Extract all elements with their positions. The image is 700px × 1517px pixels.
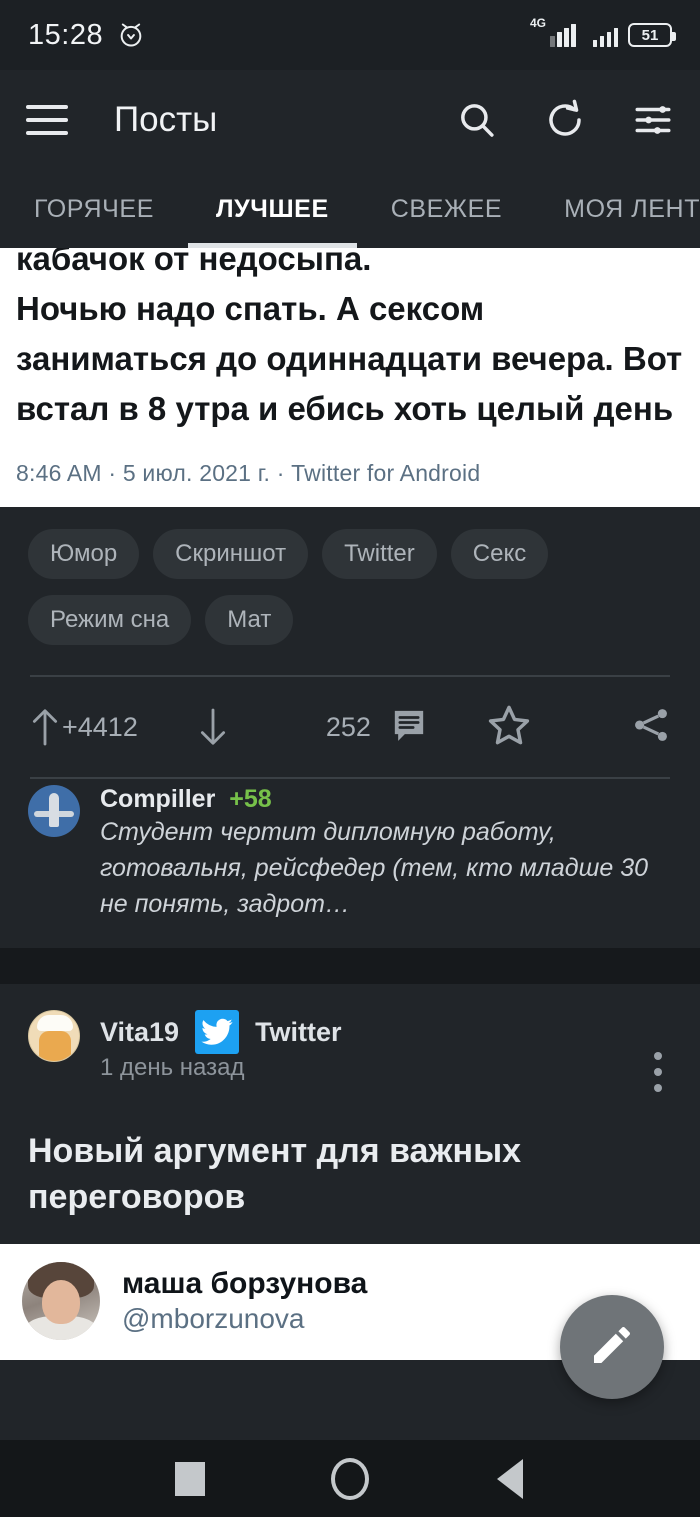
- tab-my-feed[interactable]: МОЯ ЛЕНТ: [564, 170, 700, 248]
- comment-body: Compiller +58 Студент чертит дипломную р…: [100, 785, 672, 922]
- star-icon[interactable]: [486, 702, 532, 753]
- comment-text: Студент чертит дипломную работу, готовал…: [100, 818, 648, 918]
- post-author-row: Vita19 Twitter: [100, 1010, 342, 1054]
- app-bar: Посты: [0, 70, 700, 170]
- tab-bar: ГОРЯЧЕЕ ЛУЧШЕЕ СВЕЖЕЕ МОЯ ЛЕНТ: [0, 170, 700, 248]
- avatar: [22, 1262, 100, 1340]
- square-recents-icon[interactable]: [110, 1440, 270, 1517]
- comment-author[interactable]: Compiller: [100, 785, 215, 814]
- comments-count: 252: [325, 711, 371, 742]
- triangle-back-icon[interactable]: [430, 1440, 590, 1517]
- post-community[interactable]: Twitter: [255, 1017, 342, 1048]
- post-actions-bar: +4412 252: [28, 677, 672, 777]
- upvote-arrow-icon[interactable]: [28, 705, 62, 749]
- twitter-bird-icon[interactable]: [195, 1010, 240, 1054]
- network-type-label: 4G: [530, 16, 547, 30]
- comment-score: +58: [229, 785, 272, 813]
- post-2: Vita19 Twitter 1 день назад Новый аргуме…: [0, 984, 700, 1244]
- posts-feed[interactable]: кабачок от недосыпа. Ночью надо спать. А…: [0, 248, 700, 1440]
- tag-list: Юмор Скриншот Twitter Секс Режим сна Мат: [28, 529, 672, 645]
- signal-bars-icon: [592, 23, 618, 47]
- share-icon[interactable]: [630, 704, 672, 751]
- post-time: 1 день назад: [100, 1054, 245, 1081]
- tweet-author-block: маша борзунова @mborzunova: [122, 1267, 367, 1335]
- post-header-meta: Vita19 Twitter 1 день назад: [100, 1010, 342, 1082]
- tweet-text: Ночью надо спать. А сексом заниматься до…: [16, 290, 683, 427]
- post-separator: [0, 948, 700, 984]
- comment-preview[interactable]: Compiller +58 Студент чертит дипломную р…: [28, 779, 672, 948]
- hamburger-menu-icon[interactable]: [26, 105, 68, 135]
- tab-fresh[interactable]: СВЕЖЕЕ: [391, 170, 502, 248]
- post-1: Юмор Скриншот Twitter Секс Режим сна Мат…: [0, 507, 700, 948]
- refresh-icon[interactable]: [544, 99, 586, 141]
- create-post-fab[interactable]: [560, 1295, 664, 1399]
- status-time: 15:28: [28, 18, 104, 51]
- circle-home-icon[interactable]: [270, 1440, 430, 1517]
- page-title: Посты: [114, 100, 218, 139]
- tab-best[interactable]: ЛУЧШЕЕ: [188, 170, 357, 248]
- tweet-screenshot-image[interactable]: кабачок от недосыпа. Ночью надо спать. А…: [0, 248, 700, 507]
- post-author[interactable]: Vita19: [100, 1017, 179, 1048]
- tag-item[interactable]: Twitter: [322, 529, 437, 579]
- status-bar-left: 15:28: [28, 19, 145, 52]
- battery-icon: 51: [628, 23, 676, 47]
- system-nav-bar: [0, 1440, 700, 1517]
- status-bar: 15:28 4G 51: [0, 0, 700, 70]
- alarm-clock-icon: [117, 21, 145, 49]
- status-bar-right: 4G 51: [530, 17, 676, 47]
- avatar: [28, 785, 80, 837]
- tag-item[interactable]: Секс: [450, 529, 549, 579]
- phone-screen: 15:28 4G 51 Посты ГОРЯЧЕЕ ЛУЧШЕЕ СВЕЖЕЕ …: [0, 0, 700, 1517]
- tweet-author-handle: @mborzunova: [122, 1303, 305, 1334]
- battery-level-label: 51: [641, 26, 659, 44]
- filter-sliders-icon[interactable]: [632, 99, 674, 141]
- pencil-icon: [588, 1321, 636, 1374]
- tweet-meta: 8:46 AM · 5 июл. 2021 г. · Twitter for A…: [16, 460, 481, 486]
- app-bar-actions: [456, 99, 674, 141]
- post-title[interactable]: Новый аргумент для важных переговоров: [28, 1128, 672, 1244]
- avatar[interactable]: [28, 1010, 80, 1062]
- tag-item[interactable]: Скриншот: [153, 529, 309, 579]
- tweet-text-clipped-line: кабачок от недосыпа.: [16, 248, 372, 277]
- comments-icon[interactable]: [389, 705, 429, 750]
- post-header: Vita19 Twitter 1 день назад: [28, 1010, 672, 1082]
- downvote-arrow-icon[interactable]: [196, 705, 230, 749]
- post-rating: +4412: [62, 711, 138, 742]
- comment-header: Compiller +58: [100, 785, 672, 814]
- signal-4g-icon: 4G: [530, 17, 583, 47]
- tweet-text-block: кабачок от недосыпа. Ночью надо спать. А…: [16, 248, 684, 434]
- tag-item[interactable]: Юмор: [28, 529, 140, 579]
- kebab-menu-icon[interactable]: [648, 1046, 668, 1098]
- search-icon[interactable]: [456, 99, 498, 141]
- tag-item[interactable]: Мат: [205, 595, 294, 645]
- tab-hot[interactable]: ГОРЯЧЕЕ: [34, 170, 154, 248]
- tag-item[interactable]: Режим сна: [28, 595, 192, 645]
- tweet-author-name: маша борзунова: [122, 1267, 368, 1300]
